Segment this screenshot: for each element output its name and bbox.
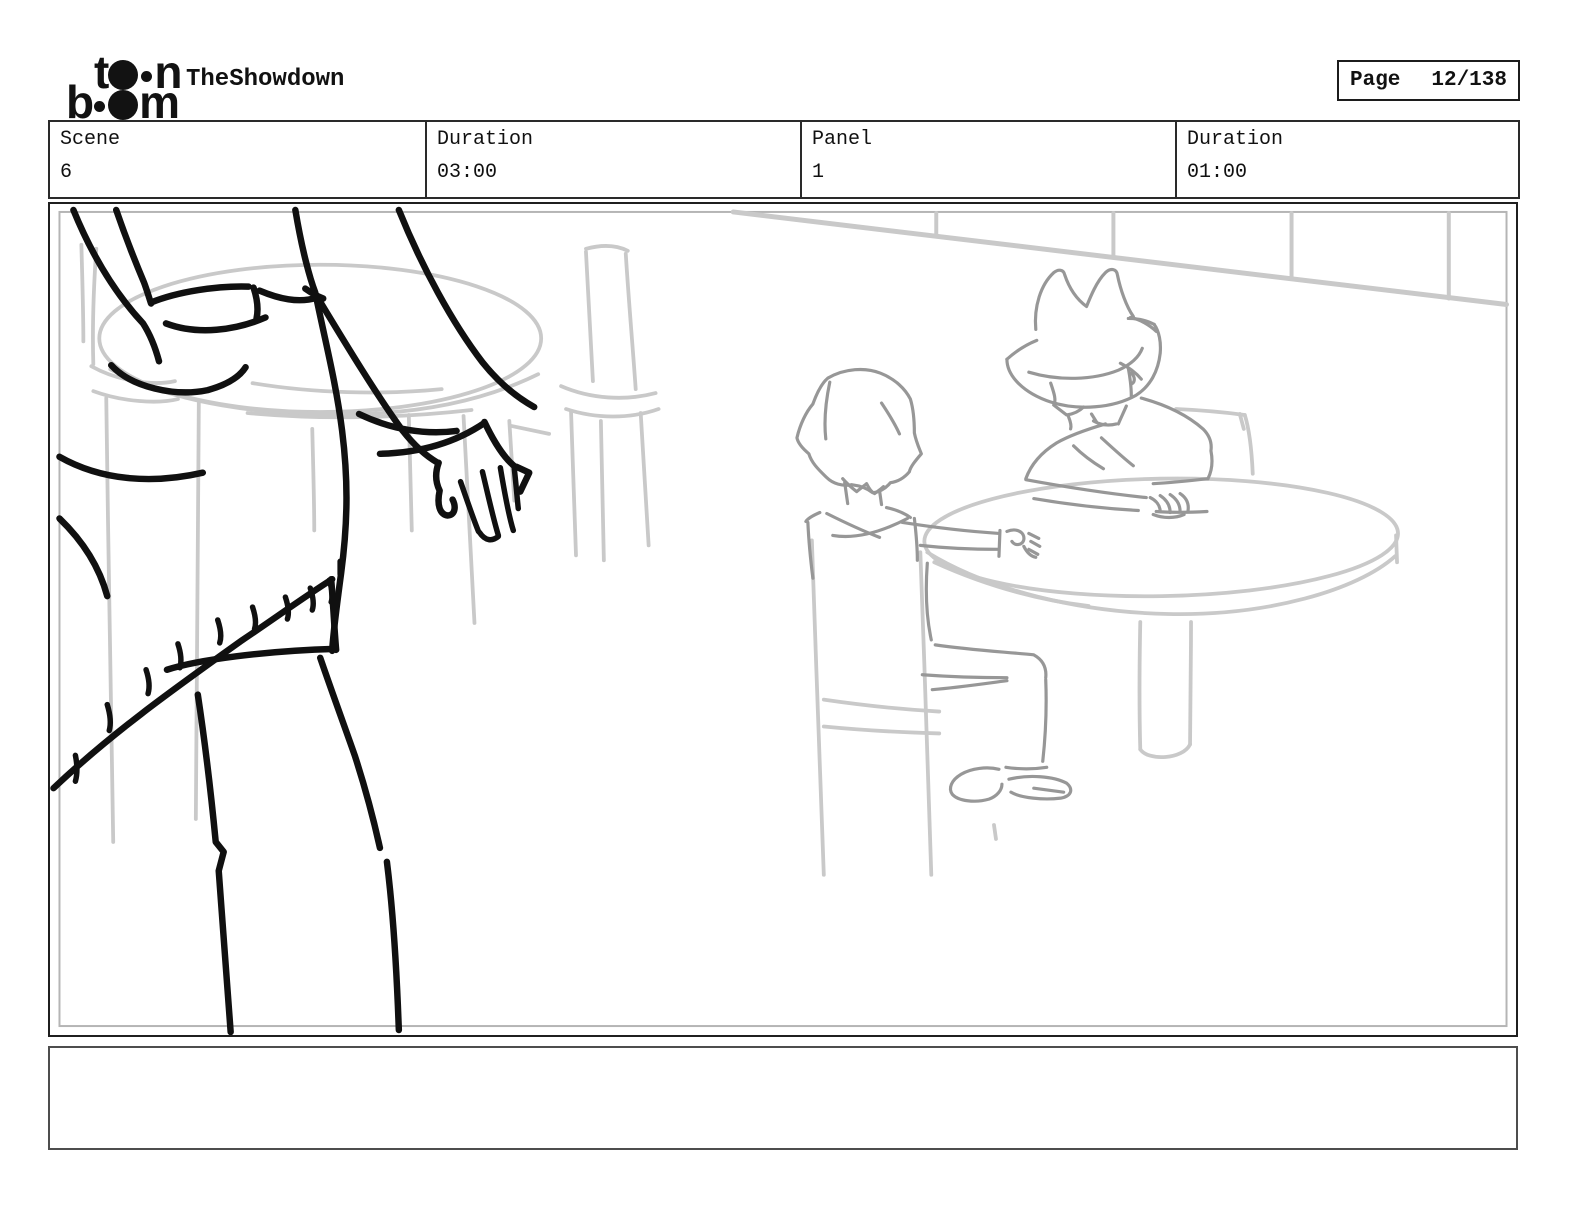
- panel-duration-cell: Duration 01:00: [1175, 120, 1520, 199]
- logo-big-dot-icon: [108, 90, 139, 120]
- panel-cell: Panel 1: [800, 120, 1175, 199]
- page-value: 12/138: [1431, 69, 1507, 92]
- scene-label: Scene: [60, 128, 121, 151]
- background-table-left: [79, 242, 661, 844]
- logo-letter-m: m: [139, 76, 180, 128]
- storyboard-panel-frame: [48, 202, 1518, 1037]
- caption-box: [48, 1046, 1518, 1150]
- scene-cell: Scene 6: [48, 120, 425, 199]
- page-number-box: Page 12/138: [1337, 60, 1520, 101]
- storyboard-page: t n b m TheShowdown Page 12/138 Scene 6 …: [0, 0, 1584, 1224]
- scene-duration-value: 03:00: [437, 161, 498, 184]
- logo-line-boom: b m: [66, 76, 180, 128]
- scene-info-row: Scene 6 Duration 03:00 Panel 1 Duration …: [48, 120, 1520, 199]
- foreground-figure: [50, 206, 538, 1035]
- logo-letter-t: t: [94, 46, 109, 98]
- panel-duration-value: 01:00: [1187, 161, 1248, 184]
- panel-value: 1: [812, 161, 825, 184]
- panel-label: Panel: [812, 128, 873, 151]
- scene-duration-label: Duration: [437, 128, 534, 151]
- logo-small-dot-icon: [94, 100, 106, 112]
- logo-letter-b: b: [66, 76, 94, 128]
- character-boy: [795, 367, 1073, 803]
- storyboard-sketch: [50, 206, 1510, 1035]
- scene-value: 6: [60, 161, 73, 184]
- boy-chair: [809, 538, 998, 877]
- background-table-main: [922, 407, 1400, 760]
- project-title: TheShowdown: [186, 66, 345, 93]
- panel-duration-label: Duration: [1187, 128, 1284, 151]
- scene-duration-cell: Duration 03:00: [425, 120, 800, 199]
- page-label: Page: [1350, 69, 1401, 92]
